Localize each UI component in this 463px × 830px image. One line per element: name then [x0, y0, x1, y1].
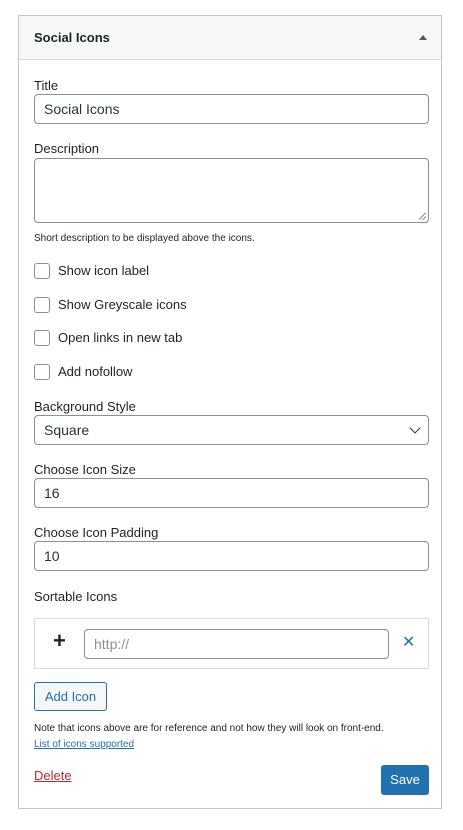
description-textarea[interactable] [34, 158, 429, 223]
checkbox-label: Show icon label [58, 263, 150, 278]
icon-padding-input[interactable] [34, 541, 429, 571]
checkbox-box[interactable] [34, 297, 50, 313]
description-field-wrap [34, 158, 429, 223]
icon-url-input[interactable]: http:// [84, 629, 389, 659]
close-icon[interactable]: ✕ [402, 632, 415, 652]
background-style-label: Background Style [34, 399, 136, 414]
add-icon-button[interactable]: Add Icon [34, 682, 107, 711]
delete-link[interactable]: Delete [34, 768, 72, 783]
sortable-icon-row: + http:// ✕ [34, 618, 429, 669]
save-button[interactable]: Save [381, 765, 429, 795]
background-style-select[interactable]: Square [34, 415, 429, 445]
description-help-text: Short description to be displayed above … [34, 233, 255, 244]
checkbox-label: Add nofollow [58, 364, 133, 379]
checkbox-label: Open links in new tab [58, 330, 183, 345]
reference-note: Note that icons above are for reference … [34, 723, 384, 734]
title-input[interactable] [34, 94, 429, 124]
checkbox-label: Show Greyscale icons [58, 297, 187, 312]
widget-title: Social Icons [34, 30, 110, 45]
collapse-arrow-icon[interactable] [419, 35, 427, 40]
icon-size-input[interactable] [34, 478, 429, 508]
icon-padding-label: Choose Icon Padding [34, 525, 159, 540]
checkbox-box[interactable] [34, 364, 50, 380]
icons-supported-link[interactable]: List of icons supported [34, 739, 134, 750]
url-placeholder: http:// [94, 636, 130, 652]
description-label: Description [34, 141, 100, 156]
sortable-icons-label: Sortable Icons [34, 589, 118, 604]
checkbox-box[interactable] [34, 263, 50, 279]
widget-header[interactable]: Social Icons [19, 16, 441, 60]
title-label: Title [34, 78, 59, 93]
resize-handle-icon[interactable] [419, 213, 426, 220]
social-icons-widget: Social Icons Title Description Short des… [18, 15, 442, 809]
background-style-value: Square [34, 415, 429, 445]
plus-icon[interactable]: + [53, 630, 66, 652]
icon-size-label: Choose Icon Size [34, 462, 136, 477]
checkbox-box[interactable] [34, 330, 50, 346]
